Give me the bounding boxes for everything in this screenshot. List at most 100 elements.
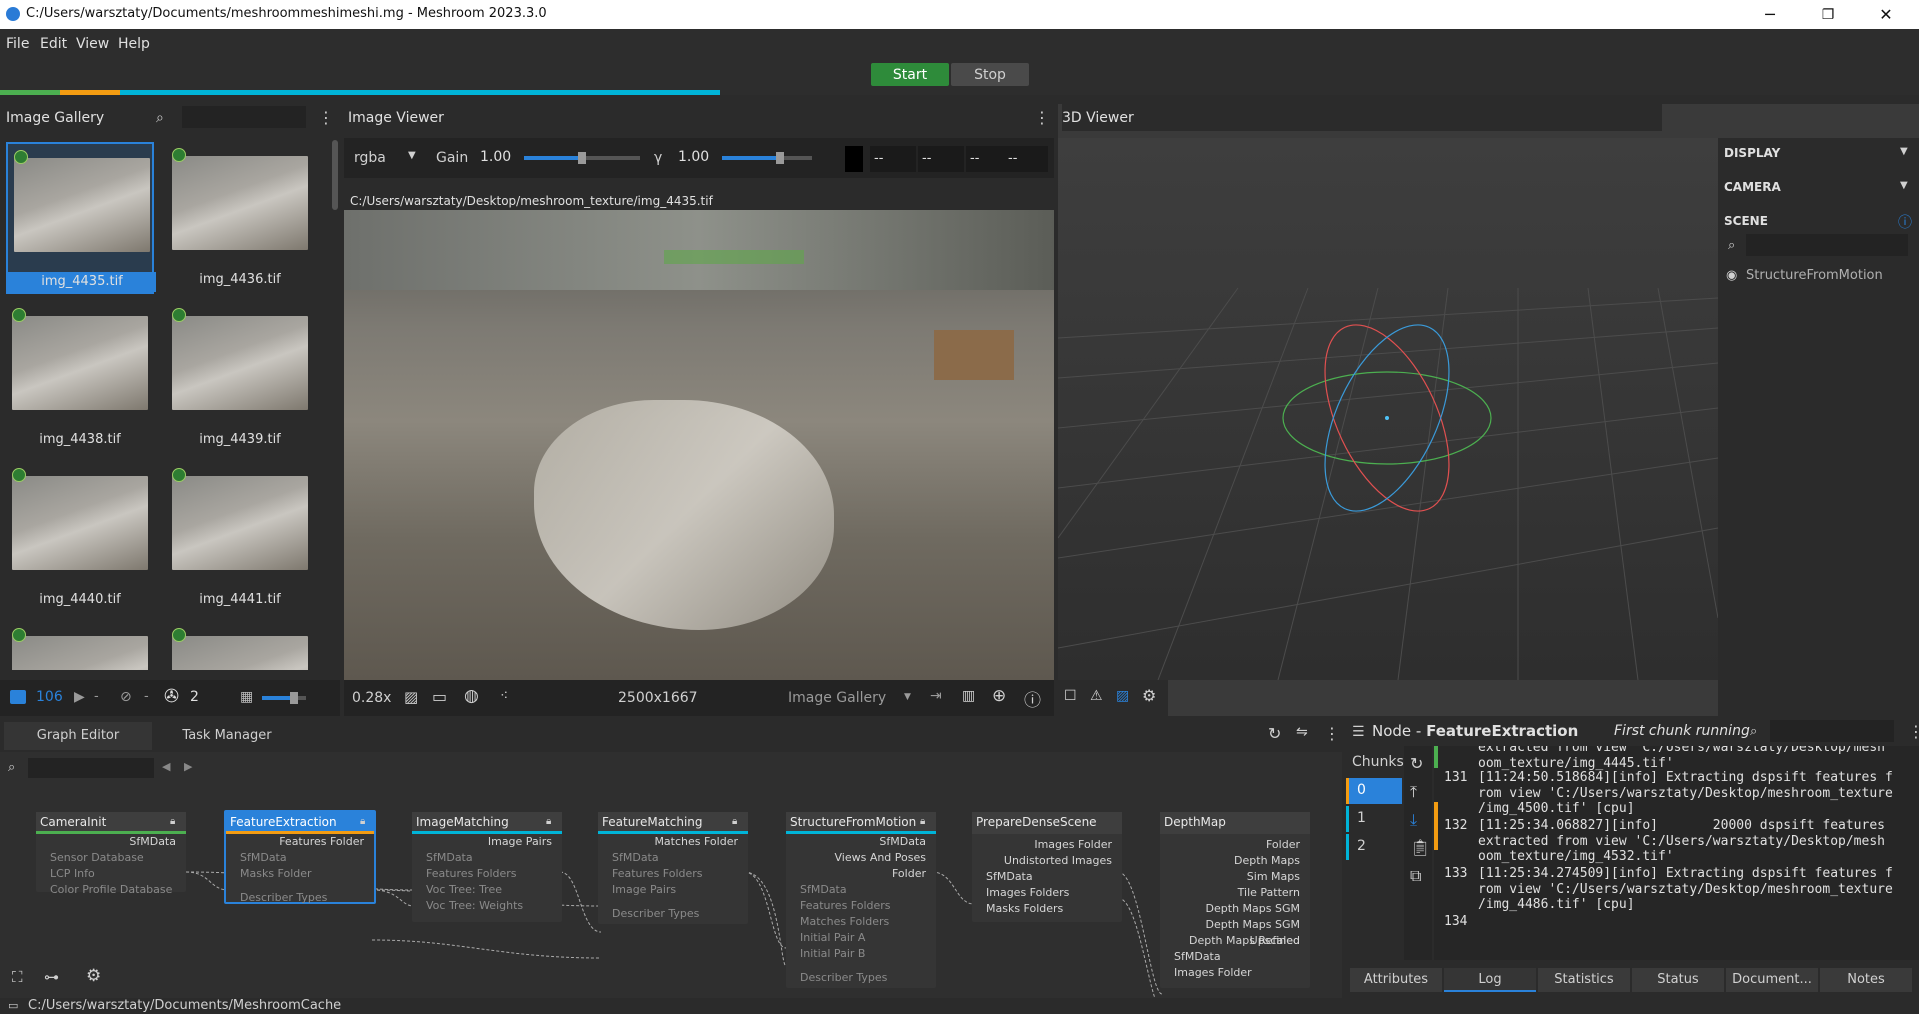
node-output[interactable]: Folder xyxy=(786,866,936,882)
histogram-icon[interactable]: ▥ xyxy=(962,688,975,704)
maximize-button[interactable]: ❐ xyxy=(1805,0,1851,29)
chevron-left-icon[interactable]: ◀ xyxy=(162,760,170,773)
graph-search-input[interactable] xyxy=(28,758,154,778)
chevron-right-icon[interactable]: ▶ xyxy=(184,760,192,773)
node-input[interactable]: Color Profile Database xyxy=(36,882,186,898)
node-output[interactable]: Depth Maps Refined xyxy=(1160,933,1310,949)
node-input[interactable]: LCP Info xyxy=(36,866,186,882)
node-input[interactable]: Features Folders xyxy=(412,866,562,882)
scene-item[interactable]: StructureFromMotion xyxy=(1746,268,1883,283)
tab-statistics[interactable]: Statistics xyxy=(1538,968,1630,992)
tab-documentation[interactable]: Document... xyxy=(1726,968,1818,992)
more-options-icon[interactable]: ⋮ xyxy=(318,108,334,127)
node-output[interactable]: Folder xyxy=(1160,837,1310,853)
tab-attributes[interactable]: Attributes xyxy=(1350,968,1442,992)
stop-button[interactable]: Stop xyxy=(951,63,1029,86)
gallery-scrollbar[interactable] xyxy=(332,140,338,210)
node-output[interactable]: Matches Folder xyxy=(598,834,748,850)
node-output[interactable]: Views And Poses xyxy=(786,850,936,866)
node-input[interactable]: Describer Types xyxy=(786,970,936,986)
node-search-input[interactable] xyxy=(1770,720,1894,742)
node-input[interactable]: SfMData xyxy=(972,869,1122,885)
load-icon[interactable]: ⇥ xyxy=(930,688,942,704)
chevron-down-icon[interactable]: ▼ xyxy=(904,692,911,702)
node-input[interactable]: Voc Tree: Weights xyxy=(412,898,562,914)
node-input[interactable]: Images Folders xyxy=(972,885,1122,901)
grid-icon[interactable]: ▨ xyxy=(404,688,418,706)
image-canvas[interactable] xyxy=(344,210,1054,680)
thumbnail-size-slider[interactable] xyxy=(262,692,306,704)
node-input[interactable]: Sensor Database xyxy=(36,850,186,866)
source-select[interactable]: Image Gallery xyxy=(788,690,886,706)
info-icon[interactable]: ⓘ xyxy=(1898,212,1912,232)
refresh-icon[interactable]: ↻ xyxy=(1268,724,1281,743)
more-options-icon[interactable]: ⋮ xyxy=(1034,108,1050,127)
frame-icon[interactable]: ▭ xyxy=(432,687,447,706)
node-output[interactable]: Depth Maps SGM Upscaled xyxy=(1160,917,1310,947)
fit-view-icon[interactable]: ⛶ xyxy=(12,968,23,986)
node-input[interactable]: Voc Tree: Tree xyxy=(412,882,562,898)
node-input[interactable]: Masks Folders xyxy=(972,901,1122,917)
folder-icon[interactable]: ▭ xyxy=(8,999,18,1012)
gain-slider[interactable] xyxy=(524,152,640,164)
gallery-search-input[interactable] xyxy=(182,106,306,128)
gear-icon[interactable]: ⚙ xyxy=(86,966,101,986)
node-input[interactable]: Describer Types xyxy=(598,906,748,922)
scene-section[interactable]: SCENE xyxy=(1724,214,1768,228)
gallery-thumb[interactable]: img_4438.tif xyxy=(6,302,154,454)
log-view[interactable]: extracted from view 'C:/Users/warsztaty/… xyxy=(1434,746,1919,960)
node-featurematching[interactable]: FeatureMatching 🔒︎ Matches Folder SfMDat… xyxy=(598,812,748,924)
scroll-bottom-icon[interactable]: ⤓ xyxy=(1410,810,1417,830)
more-options-icon[interactable]: ⋮ xyxy=(1908,722,1919,741)
node-output[interactable]: Features Folder xyxy=(226,834,374,850)
node-imagematching[interactable]: ImageMatching 🔒︎ Image Pairs SfMData Fea… xyxy=(412,812,562,922)
node-featureextraction[interactable]: FeatureExtraction 🔒︎ Features Folder SfM… xyxy=(224,810,376,904)
chunk-item[interactable]: 1 xyxy=(1346,806,1402,832)
more-options-icon[interactable]: ⋮ xyxy=(1324,724,1340,743)
node-camerainit[interactable]: CameraInit 🔒︎ SfMData Sensor Database LC… xyxy=(36,812,186,896)
tab-notes[interactable]: Notes xyxy=(1820,968,1912,992)
node-output[interactable]: Undistorted Images xyxy=(972,853,1122,869)
node-input[interactable]: Initial Pair B xyxy=(786,946,936,962)
menu-edit[interactable]: Edit xyxy=(40,36,67,52)
chunk-item[interactable]: 2 xyxy=(1346,834,1402,860)
minimize-button[interactable]: ─ xyxy=(1747,0,1793,29)
scene-search-input[interactable] xyxy=(1746,234,1908,256)
node-input[interactable]: Image Pairs xyxy=(598,882,748,898)
node-input[interactable]: Masks Folder xyxy=(226,866,374,882)
tab-graph-editor[interactable]: Graph Editor xyxy=(4,722,152,750)
node-input[interactable]: SfMData xyxy=(786,882,936,898)
globe-icon[interactable]: ⊕ xyxy=(992,686,1006,706)
camera-off-icon[interactable]: ⊘ xyxy=(120,689,132,705)
tab-log[interactable]: Log xyxy=(1444,968,1536,992)
node-output[interactable]: Depth Maps SGM xyxy=(1160,901,1310,917)
node-preparedensescene[interactable]: PrepareDenseScene Images Folder Undistor… xyxy=(972,812,1122,922)
info-icon[interactable]: ⓘ xyxy=(1024,686,1041,711)
unlink-icon[interactable]: ⇋ xyxy=(1296,724,1308,740)
gamma-field[interactable]: 1.00 xyxy=(674,146,714,168)
menu-file[interactable]: File xyxy=(6,36,29,52)
chevron-down-icon[interactable]: ▼ xyxy=(408,150,416,161)
node-input[interactable]: SfMData xyxy=(598,850,748,866)
node-output[interactable]: Image Pairs xyxy=(412,834,562,850)
node-output[interactable]: Tile Pattern xyxy=(1160,885,1310,901)
start-button[interactable]: Start xyxy=(871,63,949,86)
chevron-down-icon[interactable]: ▼ xyxy=(1900,146,1908,157)
gallery-thumb[interactable] xyxy=(6,622,154,670)
scroll-top-icon[interactable]: ⤒ xyxy=(1410,782,1417,802)
camera-icon[interactable]: ▶ xyxy=(74,689,85,705)
display-section[interactable]: DISPLAY xyxy=(1724,146,1780,160)
node-input[interactable]: Matches Folders xyxy=(786,914,936,930)
gamma-slider[interactable] xyxy=(722,152,812,164)
aperture-icon[interactable]: ✇ xyxy=(164,686,179,707)
node-input[interactable]: Images Folder xyxy=(1160,965,1310,981)
node-input[interactable]: Features Folders xyxy=(598,866,748,882)
channel-select[interactable]: rgba xyxy=(354,150,386,166)
images-icon[interactable] xyxy=(10,690,26,704)
close-button[interactable]: ✕ xyxy=(1863,0,1909,29)
node-input[interactable]: Initial Pair A xyxy=(786,930,936,946)
gear-icon[interactable]: ⚙ xyxy=(1142,686,1156,705)
grid-icon[interactable]: ▨ xyxy=(1116,688,1129,704)
gallery-thumb[interactable]: img_4435.tif xyxy=(6,142,156,294)
node-output[interactable]: Sim Maps xyxy=(1160,869,1310,885)
